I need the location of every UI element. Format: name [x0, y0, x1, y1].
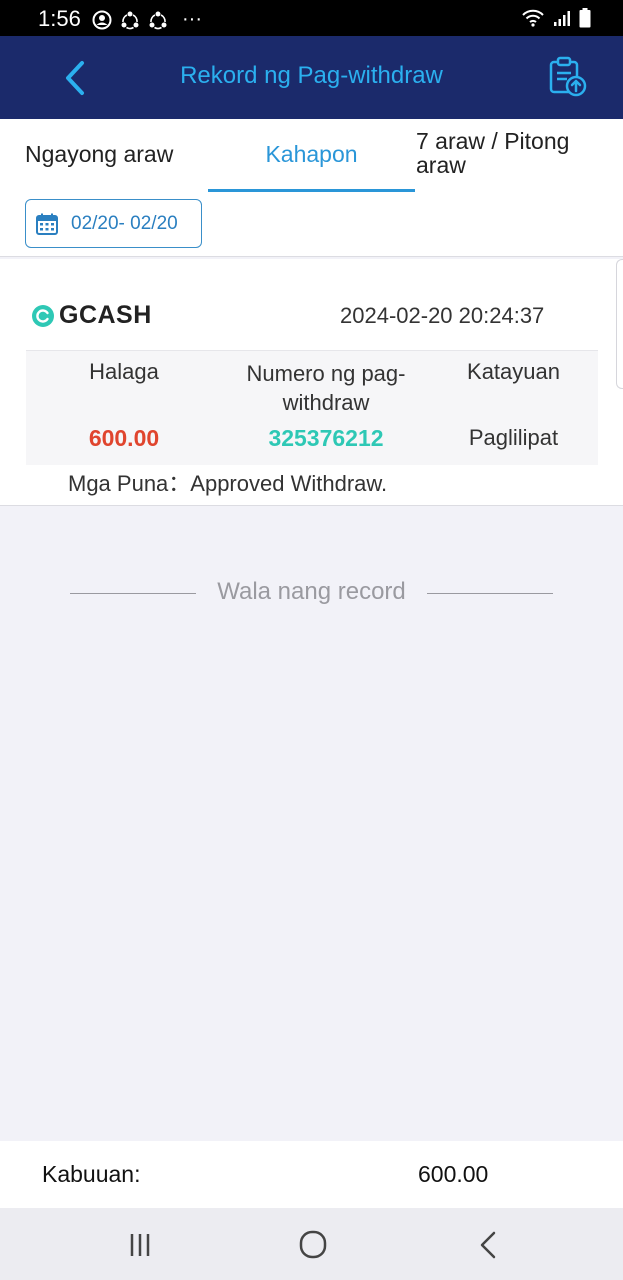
system-back-icon [480, 1231, 496, 1259]
sync-icon-2 [149, 11, 167, 29]
no-more-records: Wala nang record [70, 578, 553, 608]
signal-icon [554, 11, 570, 26]
header-bar: Rekord ng Pag-withdraw [0, 36, 623, 119]
total-value: 600.00 [418, 1161, 489, 1187]
status-header: Katayuan [467, 359, 560, 384]
home-button[interactable] [293, 1228, 333, 1262]
tab-today[interactable]: Ngayong araw [25, 119, 205, 192]
record-datetime: 2024-02-20 20:24:37 [340, 303, 545, 328]
status-time: 1:56 [38, 6, 81, 31]
period-tabs: Ngayong araw Kahapon 7 araw / Pitong ara… [0, 119, 623, 193]
wifi-icon [522, 9, 544, 27]
tab-today-label: Ngayong araw [25, 141, 174, 167]
tab-seven-days-label-line1: 7 araw / Pitong [416, 128, 570, 154]
recent-apps-button[interactable] [120, 1228, 160, 1262]
remarks: Mga Puna：Approved Withdraw. [68, 471, 388, 496]
provider-name: GCASH [59, 301, 152, 329]
tab-yesterday-label: Kahapon [265, 141, 358, 167]
filter-area: 02/20- 02/20 [0, 192, 623, 257]
withdraw-number-header-line2: withdraw [282, 390, 370, 415]
account-icon [92, 10, 112, 29]
total-label: Kabuuan: [42, 1161, 141, 1187]
divider-left [70, 593, 196, 594]
notification-icons: ··· [92, 8, 202, 31]
more-notifications-dots: ··· [182, 8, 202, 30]
withdraw-number-value: 325376212 [268, 425, 384, 451]
recent-apps-icon [130, 1234, 150, 1256]
scroll-edge [616, 259, 623, 389]
date-range-text: 02/20- 02/20 [71, 212, 178, 234]
tab-seven-days-label-line2: araw [416, 152, 466, 178]
status-bar: 1:56 ··· [0, 0, 623, 36]
calendar-icon [36, 213, 58, 235]
provider: GCASH [31, 301, 152, 330]
gcash-logo-icon [32, 304, 54, 327]
amount-header: Halaga [89, 359, 159, 384]
date-range-filter[interactable]: 02/20- 02/20 [25, 199, 202, 248]
amount-value: 600.00 [88, 425, 160, 451]
record-details: Halaga Numero ng pag- withdraw Katayuan … [26, 350, 598, 465]
status-value: Paglilipat [468, 425, 559, 450]
sync-icon [121, 11, 139, 29]
page-title: Rekord ng Pag-withdraw [180, 62, 443, 89]
clipboard-upload-icon [549, 56, 587, 97]
battery-icon [579, 8, 591, 28]
system-status-icons [521, 8, 591, 28]
withdraw-number-header-line1: Numero ng pag- [246, 361, 406, 386]
divider-right [427, 593, 553, 594]
tab-yesterday[interactable]: Kahapon [208, 119, 415, 192]
home-icon [299, 1230, 327, 1259]
withdraw-record-card[interactable]: GCASH 2024-02-20 20:24:37 Halaga Numero … [0, 259, 623, 506]
tab-seven-days[interactable]: 7 araw / Pitong araw [416, 119, 616, 192]
upload-record-button[interactable] [547, 56, 589, 98]
system-navigation-bar [0, 1208, 623, 1280]
no-more-records-text: Wala nang record [217, 578, 406, 605]
total-bar: Kabuuan: 600.00 [0, 1141, 623, 1208]
withdraw-number-header: Numero ng pag- withdraw [221, 359, 431, 417]
system-back-button[interactable] [468, 1228, 508, 1262]
